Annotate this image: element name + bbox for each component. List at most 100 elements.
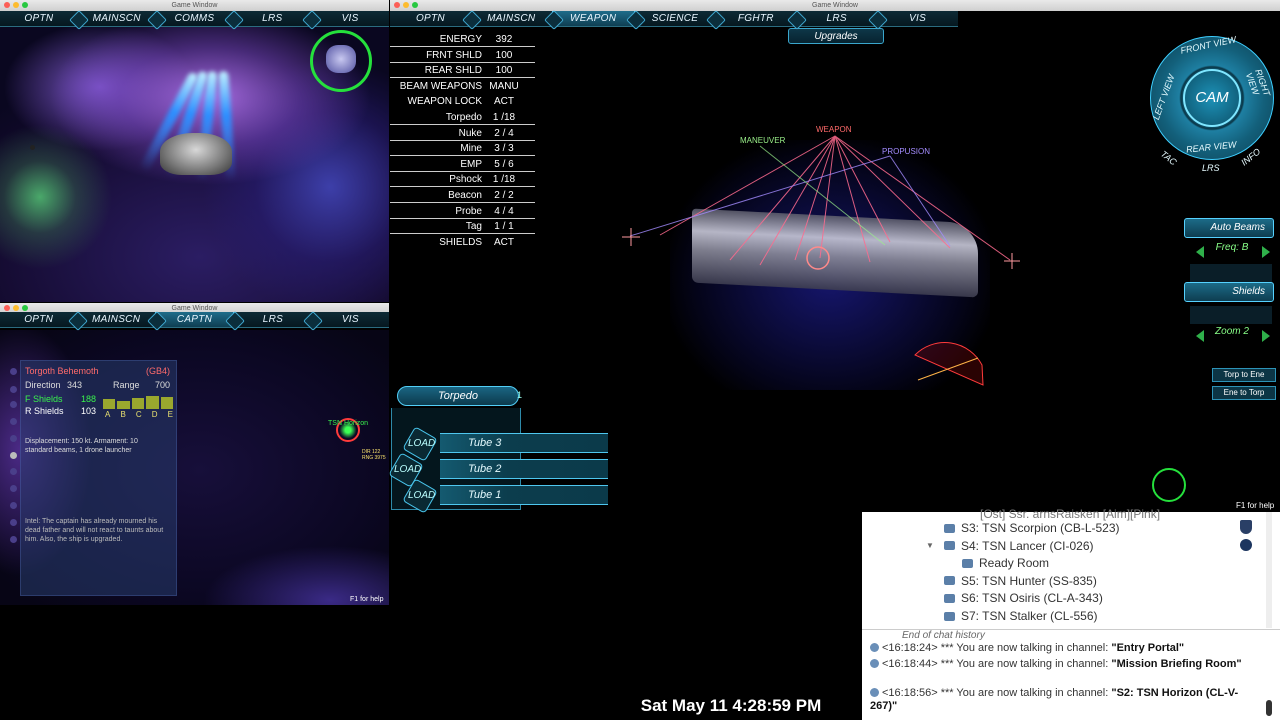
tube-1[interactable]: Tube 1 (440, 485, 608, 505)
channel-item-cut[interactable]: [Ost] Ssr. arnsRaisken [Aim][Pink] (980, 507, 1160, 521)
tab-science[interactable]: SCIENCE (635, 11, 716, 26)
channel-label: Ready Room (979, 556, 1050, 571)
side-marker (10, 485, 17, 492)
tube-3[interactable]: Tube 3 (440, 433, 608, 453)
ship-node-lines (622, 135, 1020, 386)
stat-row: BEAM WEAPONS MANU (390, 79, 535, 94)
tab-mainscn[interactable]: MAINSCN (78, 11, 156, 26)
channel-tree: [Ost] Ssr. arnsRaisken [Aim][Pink] S3: T… (862, 507, 1280, 630)
frequency-selector[interactable]: Freq: B (1196, 242, 1268, 253)
tab-lrs[interactable]: LRS (234, 312, 311, 327)
channel-icon (944, 611, 955, 621)
tab-mainscn[interactable]: MAINSCN (77, 312, 154, 327)
message-text: *** You are now talking in channel: (940, 687, 1112, 699)
window-titlebar[interactable]: Game Window (390, 0, 1280, 11)
lrs-view-button[interactable]: LRS (1202, 163, 1220, 173)
stat-value: MANU (489, 80, 519, 92)
channel-icon (944, 541, 955, 551)
system-clock: Sat May 11 4:28:59 PM (612, 691, 850, 720)
tab-vis[interactable]: VIS (312, 312, 389, 327)
side-marker (10, 368, 17, 375)
upgrades-button[interactable]: Upgrades (788, 28, 884, 44)
window-top-left: Game Window OPTN MAINSCN COMMS LRS VIS (0, 0, 389, 302)
channel-label: S7: TSN Stalker (CL-556) (961, 609, 1098, 623)
tab-captn[interactable]: CAPTN (154, 312, 235, 327)
auto-beams-button[interactable]: Auto Beams (1184, 218, 1274, 238)
stat-label: BEAM WEAPONS (399, 80, 482, 92)
player-ship (160, 133, 232, 175)
torp-to-energy-button[interactable]: Torp to Ene (1212, 368, 1276, 382)
energy-to-torp-button[interactable]: Ene to Torp (1212, 386, 1276, 400)
stat-value: 100 (495, 49, 513, 61)
cam-button[interactable]: CAM (1183, 69, 1241, 127)
channel-item[interactable]: S6: TSN Osiris (CL-A-343) (944, 591, 1103, 605)
message-time: <16:18:56> (882, 687, 938, 699)
freq-right-arrow[interactable] (1262, 246, 1270, 258)
stat-value: 5 / 6 (494, 158, 514, 170)
propulsion-label: PROPUSION (882, 147, 931, 156)
shield-slot (1190, 306, 1272, 324)
freq-a: A (105, 410, 111, 419)
stat-row: FRNT SHLD 100 (390, 48, 535, 63)
window-controls[interactable] (4, 305, 28, 311)
channel-item[interactable]: S7: TSN Stalker (CL-556) (944, 609, 1098, 623)
message-channel: "Entry Portal" (1111, 642, 1185, 654)
stat-label: Pshock (449, 174, 482, 186)
direction-value: 343 (67, 380, 83, 390)
window-controls[interactable] (394, 2, 418, 8)
contact-readout: DIR 122 RNG 3975 (362, 449, 386, 461)
tab-weapon[interactable]: WEAPON (551, 11, 635, 26)
zoom-right-arrow[interactable] (1262, 330, 1270, 342)
stat-row: Pshock 1 /18 (390, 172, 535, 188)
channel-label: S6: TSN Osiris (CL-A-343) (961, 591, 1103, 606)
zoom-selector[interactable]: Zoom 2 (1196, 326, 1268, 337)
channel-label: S5: TSN Hunter (SS-835) (961, 573, 1097, 588)
stat-row: Probe 4 / 4 (390, 204, 535, 219)
stat-label: Nuke (458, 127, 482, 139)
console-tabbar: OPTN MAINSCN COMMS LRS VIS (0, 11, 389, 27)
info-icon (870, 688, 879, 697)
target-info-panel: Torgoth Behemoth (GB4) Direction 343 Ran… (20, 360, 177, 596)
expand-arrow-icon[interactable]: ▼ (926, 541, 934, 550)
load-tube-3-button[interactable]: LOAD (408, 438, 435, 449)
tab-vis[interactable]: VIS (877, 11, 958, 26)
tab-comms[interactable]: COMMS (156, 11, 234, 26)
shields-button[interactable]: Shields (1184, 282, 1274, 302)
main-screen-view (0, 27, 389, 302)
window-titlebar[interactable]: Game Window (0, 0, 389, 11)
history-end-label: End of chat history (902, 630, 985, 641)
channel-item[interactable]: Ready Room (962, 556, 1049, 570)
channel-item[interactable]: ▼ S4: TSN Lancer (CI-026) (926, 539, 1094, 553)
ordnance-select[interactable]: Torpedo (397, 386, 519, 406)
stat-value: 100 (495, 65, 513, 77)
zoom-left-arrow[interactable] (1196, 330, 1204, 342)
target-description: Displacement: 150 kt. Armament: 10 stand… (25, 438, 138, 454)
load-tube-1-button[interactable]: LOAD (408, 490, 435, 501)
window-controls[interactable] (4, 2, 28, 8)
shield-slot (1190, 264, 1272, 282)
tab-optn[interactable]: OPTN (0, 312, 77, 327)
freq-left-arrow[interactable] (1196, 246, 1204, 258)
tube-3-label: Tube 3 (468, 437, 502, 449)
load-tube-2-button[interactable]: LOAD (394, 464, 421, 475)
tab-lrs[interactable]: LRS (233, 11, 311, 26)
tab-optn[interactable]: OPTN (390, 11, 471, 26)
tab-optn[interactable]: OPTN (0, 11, 78, 26)
tab-fghtr[interactable]: FGHTR (715, 11, 796, 26)
side-marker (10, 536, 17, 543)
weapon-label: WEAPON (816, 125, 852, 134)
tree-scrollbar[interactable] (1266, 512, 1272, 628)
stat-label: SHIELDS (439, 236, 482, 248)
stat-value: 1 /18 (492, 112, 516, 123)
channel-item[interactable]: S5: TSN Hunter (SS-835) (944, 574, 1097, 588)
tab-mainscn[interactable]: MAINSCN (471, 11, 552, 26)
side-marker (10, 435, 17, 442)
channel-item[interactable]: S3: TSN Scorpion (CB-L-523) (944, 521, 1120, 535)
tab-vis[interactable]: VIS (311, 11, 389, 26)
freq-letters: A B C D E (105, 410, 173, 419)
history-scrollbar[interactable] (1266, 700, 1272, 716)
tab-lrs[interactable]: LRS (796, 11, 877, 26)
window-title: Game Window (171, 2, 218, 9)
info-icon (870, 643, 879, 652)
tube-2[interactable]: Tube 2 (440, 459, 608, 479)
